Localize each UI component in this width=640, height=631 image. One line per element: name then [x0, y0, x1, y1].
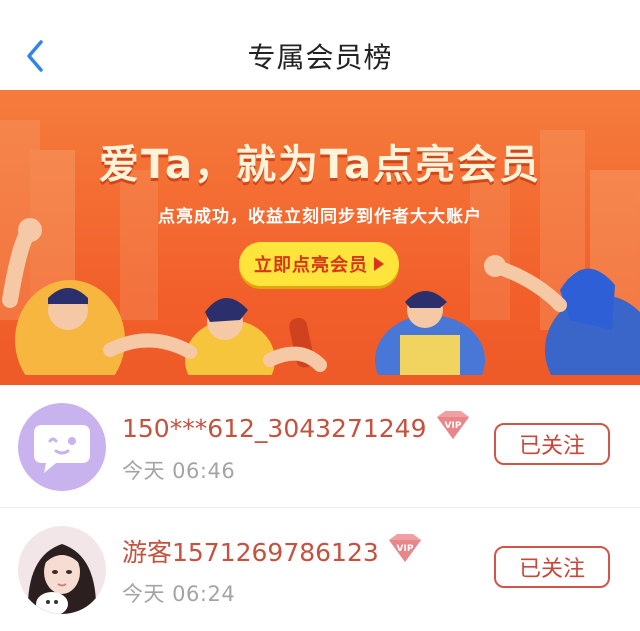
- avatar[interactable]: [18, 403, 106, 491]
- banner-subtitle: 点亮成功，收益立刻同步到作者大大账户: [158, 207, 482, 227]
- light-up-membership-button[interactable]: 立即点亮会员: [239, 242, 399, 286]
- cta-label: 立即点亮会员: [254, 255, 368, 276]
- followed-button[interactable]: 已关注: [494, 546, 610, 588]
- play-triangle-icon: [374, 257, 384, 271]
- member-name-text: 游客1571269786123: [122, 538, 379, 567]
- vip-badge: VIP: [433, 409, 473, 447]
- svg-text:VIP: VIP: [444, 421, 461, 431]
- user-photo-avatar: [18, 526, 106, 614]
- member-row[interactable]: 150***612_3043271249 VIP 今天 06:46 已关注: [0, 385, 640, 508]
- member-name[interactable]: 150***612_3043271249 VIP: [122, 409, 473, 447]
- follow-time: 今天 06:24: [122, 582, 236, 606]
- svg-text:VIP: VIP: [396, 544, 413, 554]
- member-name-text: 150***612_3043271249: [122, 413, 427, 443]
- top-nav-bar: 专属会员榜: [0, 0, 640, 91]
- page-title: 专属会员榜: [247, 41, 393, 74]
- member-name[interactable]: 游客1571269786123 VIP: [122, 532, 425, 570]
- vip-badge: VIP: [385, 532, 425, 570]
- promo-banner[interactable]: 爱Ta，就为Ta点亮会员 点亮成功，收益立刻同步到作者大大账户 立即点亮会员: [0, 90, 640, 385]
- banner-headline: 爱Ta，就为Ta点亮会员: [98, 142, 542, 188]
- follow-time: 今天 06:46: [122, 459, 236, 483]
- vip-diamond-icon: VIP: [436, 411, 469, 439]
- chat-bubble-avatar-icon: [18, 403, 106, 491]
- member-row[interactable]: 游客1571269786123 VIP 今天 06:24 已关注: [0, 508, 640, 630]
- member-list: 150***612_3043271249 VIP 今天 06:46 已关注 游客…: [0, 385, 640, 630]
- vip-diamond-icon: VIP: [388, 534, 421, 562]
- followed-button[interactable]: 已关注: [494, 423, 610, 465]
- avatar[interactable]: [18, 526, 106, 614]
